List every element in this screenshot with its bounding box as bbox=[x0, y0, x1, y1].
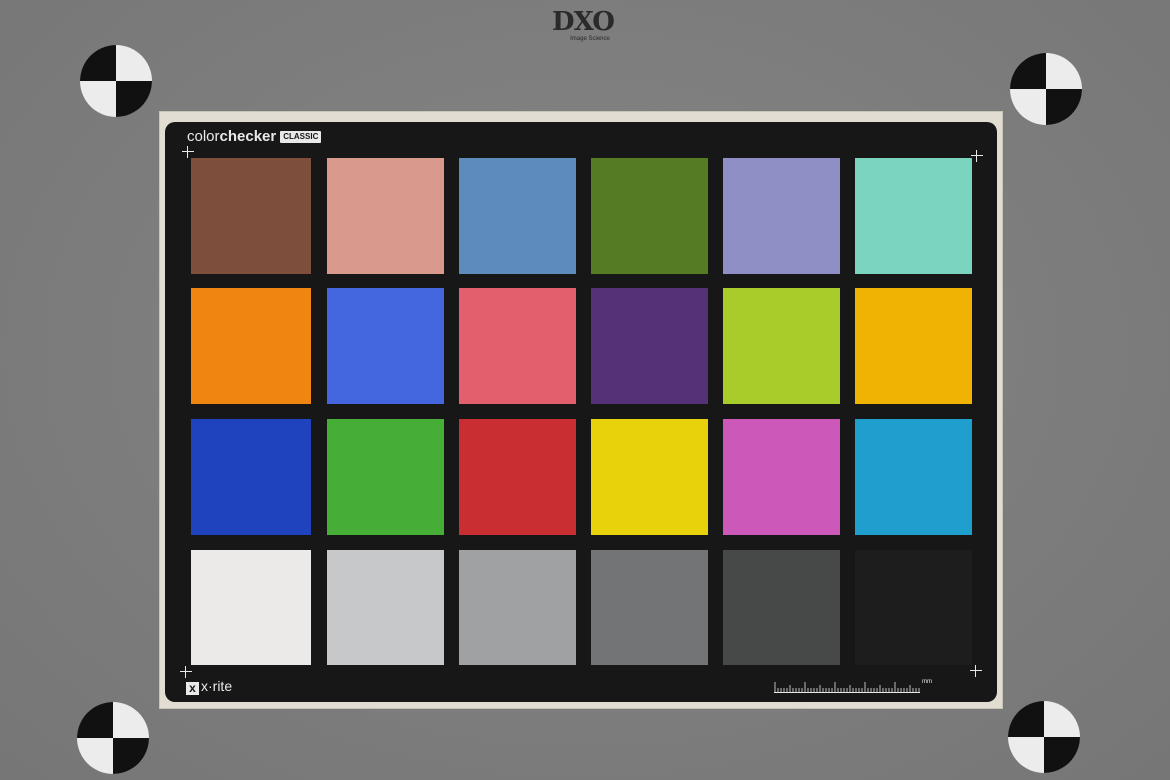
crosshair-top-left bbox=[182, 146, 194, 158]
color-patch-r4-c3 bbox=[459, 550, 576, 665]
dxo-logo-tagline: Image Science bbox=[570, 36, 610, 42]
color-patch-r3-c2 bbox=[327, 419, 444, 535]
registration-target-bottom-right bbox=[1008, 701, 1080, 773]
color-patch-r4-c2 bbox=[327, 550, 444, 665]
crosshair-bottom-right bbox=[970, 665, 982, 677]
color-patch-r1-c2 bbox=[327, 158, 444, 274]
color-patch-r3-c1 bbox=[191, 419, 311, 535]
color-patch-r2-c1 bbox=[191, 288, 311, 404]
color-patch-r4-c5 bbox=[723, 550, 840, 665]
registration-target-top-left bbox=[80, 45, 152, 117]
dxo-logo-mark: DXO bbox=[552, 7, 615, 37]
color-patch-r1-c4 bbox=[591, 158, 708, 274]
color-patch-r2-c6 bbox=[855, 288, 972, 404]
color-patch-r1-c3 bbox=[459, 158, 576, 274]
color-patch-r2-c3 bbox=[459, 288, 576, 404]
color-patch-r3-c5 bbox=[723, 419, 840, 535]
registration-target-top-right bbox=[1010, 53, 1082, 125]
crosshair-bottom-left bbox=[180, 666, 192, 678]
registration-target-bottom-left bbox=[77, 702, 149, 774]
color-patch-r4-c6 bbox=[855, 550, 972, 665]
color-patch-r1-c1 bbox=[191, 158, 311, 274]
color-patch-r1-c5 bbox=[723, 158, 840, 274]
maker-logo-icon: x bbox=[186, 682, 199, 695]
color-patch-r2-c4 bbox=[591, 288, 708, 404]
color-patch-r1-c6 bbox=[855, 158, 972, 274]
color-patch-r3-c4 bbox=[591, 419, 708, 535]
maker-logo-text: x·rite bbox=[201, 678, 233, 694]
color-patch-r2-c5 bbox=[723, 288, 840, 404]
color-patch-r4-c1 bbox=[191, 550, 311, 665]
color-patch-r2-c2 bbox=[327, 288, 444, 404]
millimeter-ruler bbox=[774, 682, 920, 693]
crosshair-top-right bbox=[971, 150, 983, 162]
card-brand: colorchecker CLASSIC bbox=[187, 128, 322, 146]
brand-light-text: color bbox=[187, 128, 220, 145]
brand-badge: CLASSIC bbox=[280, 131, 322, 143]
ruler-unit-label: mm bbox=[922, 679, 932, 685]
maker-logo: x x·rite bbox=[186, 678, 232, 695]
dxo-logo: DXO Image Science bbox=[548, 8, 618, 44]
color-patch-r3-c6 bbox=[855, 419, 972, 535]
color-patch-r4-c4 bbox=[591, 550, 708, 665]
color-patch-r3-c3 bbox=[459, 419, 576, 535]
brand-bold-text: checker bbox=[219, 128, 277, 145]
